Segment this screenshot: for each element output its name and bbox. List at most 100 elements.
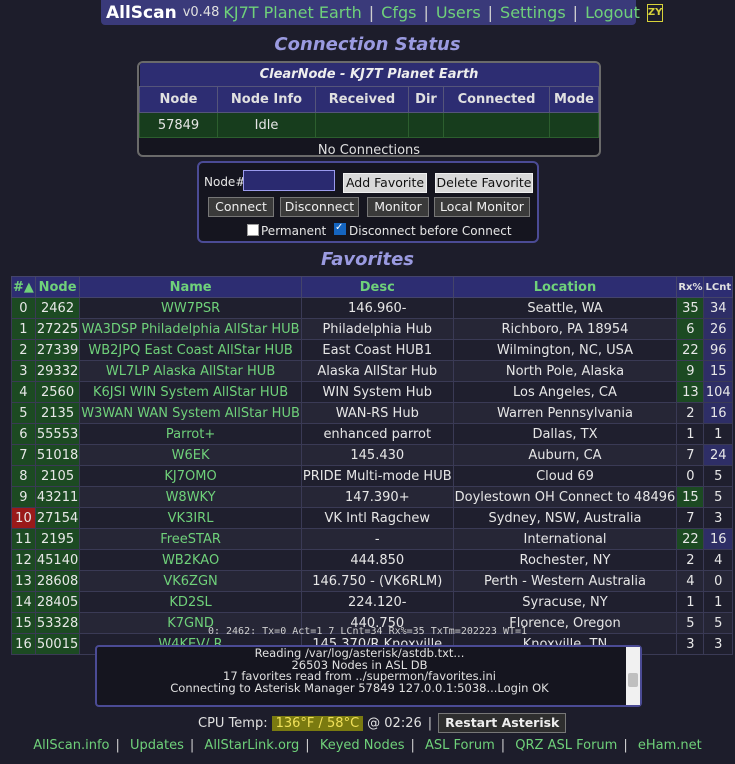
fav-node[interactable]: 51018 xyxy=(34,444,81,466)
fav-node[interactable]: 27225 xyxy=(34,318,81,340)
delete-favorite-button[interactable]: Delete Favorite xyxy=(435,173,533,193)
disconnect-button[interactable]: Disconnect xyxy=(280,197,359,217)
disconnect-before-checkbox[interactable] xyxy=(334,222,346,235)
col-mode: Mode xyxy=(549,86,599,113)
fav-node[interactable]: 27339 xyxy=(34,339,81,361)
fav-lcnt: 34 xyxy=(703,297,734,319)
fav-name[interactable]: KJ7OMO xyxy=(79,465,302,487)
settings-link[interactable]: Settings xyxy=(500,3,566,22)
fav-desc: - xyxy=(300,528,454,550)
col-fav-node[interactable]: Node xyxy=(34,276,81,298)
fav-index: 4 xyxy=(11,381,36,403)
favorite-row[interactable]: 1 27225 WA3DSP Philadelphia AllStar HUB Phi… xyxy=(11,318,734,340)
fav-name[interactable]: VK6ZGN xyxy=(79,570,302,592)
add-favorite-button[interactable]: Add Favorite xyxy=(343,173,427,193)
fav-name[interactable]: VK3IRL xyxy=(79,507,302,529)
favorite-row[interactable]: 9 43211 W8WKY 147.390+ Doylestown OH Connect… xyxy=(11,486,734,508)
favorite-row[interactable]: 8 2105 KJ7OMO PRIDE Multi-mode HUB Cloud 69 0… xyxy=(11,465,734,487)
fav-name[interactable]: WB2JPQ East Coast AllStar HUB xyxy=(79,339,302,361)
favorite-row[interactable]: 6 55553 Parrot+ enhanced parrot Dallas, TX 1 1 xyxy=(11,423,734,445)
fav-name[interactable]: Parrot+ xyxy=(79,423,302,445)
fav-lcnt: 5 xyxy=(703,486,734,508)
col-node-info: Node Info xyxy=(217,86,316,113)
node-title-link[interactable]: KJ7T Planet Earth xyxy=(223,3,361,22)
cfgs-link[interactable]: Cfgs xyxy=(381,3,416,22)
fav-desc: enhanced parrot xyxy=(300,423,454,445)
fav-name[interactable]: WB2KAO xyxy=(79,549,302,571)
monitor-button[interactable]: Monitor xyxy=(367,197,429,217)
fav-index: 5 xyxy=(11,402,36,424)
col-index[interactable]: #▲ xyxy=(11,276,36,298)
favorite-row[interactable]: 3 29332 WL7LP Alaska AllStar HUB Alaska All… xyxy=(11,360,734,382)
local-monitor-button[interactable]: Local Monitor xyxy=(434,197,530,217)
fav-node[interactable]: 55553 xyxy=(34,423,81,445)
voice-icon[interactable]: ZY xyxy=(646,3,664,22)
fav-node[interactable]: 43211 xyxy=(34,486,81,508)
fav-node[interactable]: 45140 xyxy=(34,549,81,571)
favorite-row[interactable]: 0 2462 WW7PSR 146.960- Seattle, WA 35 34 xyxy=(11,297,734,319)
node-number-input[interactable] xyxy=(243,170,335,191)
col-node: Node xyxy=(139,86,218,113)
logout-link[interactable]: Logout xyxy=(585,3,640,22)
fav-node[interactable]: 2560 xyxy=(34,381,81,403)
log-textarea[interactable]: Reading /var/log/asterisk/astdb.txt... 2… xyxy=(95,645,642,707)
fav-name[interactable]: K6JSI WIN System AllStar HUB xyxy=(79,381,302,403)
col-rx[interactable]: Rx% xyxy=(676,276,705,298)
favorite-row[interactable]: 5 2135 W3WAN WAN System AllStar HUB WAN-RS … xyxy=(11,402,734,424)
footer-link-allstarlink[interactable]: AllStarLink.org xyxy=(204,738,299,753)
fav-name[interactable]: FreeSTAR xyxy=(79,528,302,550)
footer-link-allscan[interactable]: AllScan.info xyxy=(33,738,109,753)
favorites-heading: Favorites xyxy=(320,249,415,270)
favorite-row[interactable]: 13 28608 VK6ZGN 146.750 - (VK6RLM) Perth - W… xyxy=(11,570,734,592)
fav-name[interactable]: W3WAN WAN System AllStar HUB xyxy=(79,402,302,424)
col-received: Received xyxy=(315,86,409,113)
fav-rx: 2 xyxy=(676,549,705,571)
fav-node[interactable]: 2462 xyxy=(34,297,81,319)
fav-node[interactable]: 28405 xyxy=(34,591,81,613)
fav-lcnt: 5 xyxy=(703,465,734,487)
fav-name[interactable]: KD2SL xyxy=(79,591,302,613)
footer-link-updates[interactable]: Updates xyxy=(130,738,184,753)
favorite-row[interactable]: 11 2195 FreeSTAR - International 22 16 xyxy=(11,528,734,550)
log-scrollbar[interactable] xyxy=(626,647,640,705)
col-name[interactable]: Name xyxy=(79,276,302,298)
fav-name[interactable]: WL7LP Alaska AllStar HUB xyxy=(79,360,302,382)
fav-desc: 224.120- xyxy=(300,591,454,613)
footer-link-asl-forum[interactable]: ASL Forum xyxy=(425,738,495,753)
favorite-row[interactable]: 4 2560 K6JSI WIN System AllStar HUB WIN Sys… xyxy=(11,381,734,403)
fav-index: 9 xyxy=(11,486,36,508)
fav-name[interactable]: W6EK xyxy=(79,444,302,466)
footer-link-qrz[interactable]: QRZ ASL Forum xyxy=(515,738,617,753)
conn-node[interactable]: 57849 xyxy=(139,112,218,138)
permanent-checkbox[interactable] xyxy=(247,224,259,236)
app-brand[interactable]: AllScan xyxy=(106,3,177,23)
fav-name[interactable]: WW7PSR xyxy=(79,297,302,319)
fav-location: Perth - Western Australia xyxy=(452,570,678,592)
fav-desc: 444.850 xyxy=(300,549,454,571)
footer-link-eham[interactable]: eHam.net xyxy=(638,738,702,753)
connect-button[interactable]: Connect xyxy=(208,197,274,217)
favorite-row[interactable]: 12 45140 WB2KAO 444.850 Rochester, NY 2 4 xyxy=(11,549,734,571)
col-desc[interactable]: Desc xyxy=(300,276,454,298)
fav-node[interactable]: 28608 xyxy=(34,570,81,592)
fav-lcnt: 24 xyxy=(703,444,734,466)
fav-name[interactable]: WA3DSP Philadelphia AllStar HUB xyxy=(79,318,302,340)
cpu-time: @ 02:26 xyxy=(367,715,422,731)
favorite-row[interactable]: 2 27339 WB2JPQ East Coast AllStar HUB East … xyxy=(11,339,734,361)
favorite-row[interactable]: 7 51018 W6EK 145.430 Auburn, CA 7 24 xyxy=(11,444,734,466)
fav-node[interactable]: 27154 xyxy=(34,507,81,529)
fav-node[interactable]: 2135 xyxy=(34,402,81,424)
restart-asterisk-button[interactable]: Restart Asterisk xyxy=(438,713,567,733)
scroll-thumb[interactable] xyxy=(628,673,638,687)
col-lcnt[interactable]: LCnt xyxy=(703,276,734,298)
fav-node[interactable]: 2195 xyxy=(34,528,81,550)
fav-node[interactable]: 29332 xyxy=(34,360,81,382)
users-link[interactable]: Users xyxy=(436,3,481,22)
favorite-row[interactable]: 10 27154 VK3IRL VK Intl Ragchew Sydney, NSW,… xyxy=(11,507,734,529)
favorite-row[interactable]: 14 28405 KD2SL 224.120- Syracuse, NY 1 1 xyxy=(11,591,734,613)
col-location[interactable]: Location xyxy=(452,276,678,298)
fav-name[interactable]: W8WKY xyxy=(79,486,302,508)
fav-node[interactable]: 2105 xyxy=(34,465,81,487)
log-line: Connecting to Asterisk Manager 57849 127… xyxy=(170,680,549,695)
footer-link-keyed-nodes[interactable]: Keyed Nodes xyxy=(320,738,405,753)
